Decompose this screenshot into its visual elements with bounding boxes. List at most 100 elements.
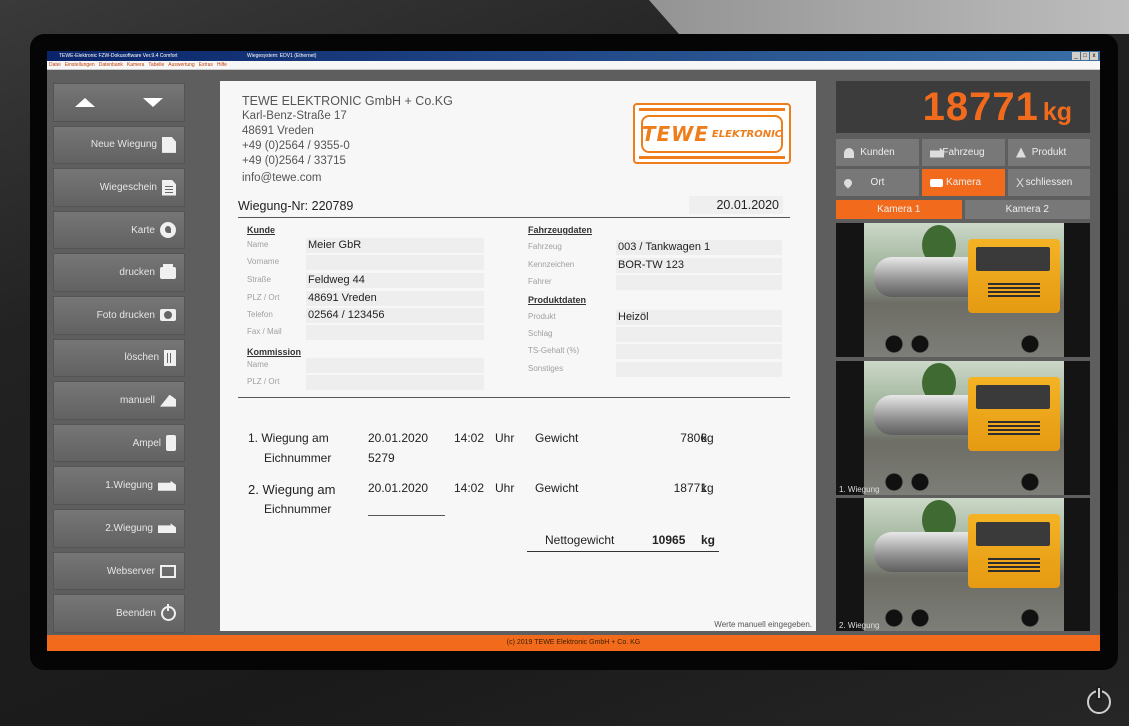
- menu-kamera[interactable]: Kamera: [127, 61, 145, 69]
- customer-firstname-field[interactable]: [306, 255, 484, 270]
- company-fax: +49 (0)2564 / 33715: [242, 155, 346, 167]
- close-window-button[interactable]: x: [1090, 52, 1098, 60]
- truck-photo: [864, 361, 1064, 495]
- truck-photo: [864, 498, 1064, 631]
- new-weighing-button[interactable]: Neue Wiegung: [53, 125, 185, 165]
- menu-auswertung[interactable]: Auswertung: [168, 61, 194, 69]
- net-weight-value: 10965: [652, 533, 686, 547]
- commission-city-field[interactable]: [306, 375, 484, 390]
- maximize-button[interactable]: □: [1081, 52, 1089, 60]
- print-photo-button[interactable]: Foto drucken: [53, 296, 185, 335]
- company-phone: +49 (0)2564 / 9355-0: [242, 140, 350, 152]
- vehicle-field[interactable]: 003 / Tankwagen 1: [616, 240, 782, 255]
- delete-button[interactable]: löschen: [53, 338, 185, 378]
- photo-cab: [968, 377, 1060, 451]
- sidebar-label: Neue Wiegung: [90, 139, 157, 151]
- close-button[interactable]: X schliessen: [1008, 169, 1090, 196]
- camera-live-view[interactable]: [836, 223, 1090, 357]
- first-weighing-weight-label: Gewicht: [535, 431, 579, 445]
- power-icon[interactable]: [1087, 688, 1111, 714]
- field-label: Straße: [247, 275, 272, 284]
- location-button[interactable]: Ort: [836, 169, 919, 196]
- button-label: Kunden: [860, 147, 895, 158]
- manual-button[interactable]: manuell: [53, 381, 185, 420]
- menu-tabelle[interactable]: Tabelle: [148, 61, 164, 69]
- net-weight-underline: [527, 551, 719, 552]
- truck-icon: [158, 523, 176, 534]
- webserver-button[interactable]: Webserver: [53, 551, 185, 591]
- document-icon: [162, 136, 176, 153]
- second-weighing-button[interactable]: 2.Wiegung: [53, 509, 185, 548]
- field-label: Sonstiges: [528, 364, 564, 373]
- monitor-icon: [160, 564, 176, 578]
- field-label: Name: [247, 240, 269, 249]
- truck-photo: [864, 223, 1064, 357]
- customer-phone-field[interactable]: 02564 / 123456: [306, 308, 484, 323]
- menu-datei[interactable]: Datei: [49, 61, 61, 69]
- tab-camera-2[interactable]: Kamera 2: [964, 200, 1090, 219]
- menu-extras[interactable]: Extras: [199, 61, 213, 69]
- logo-sub: ELEKTRONIC: [711, 128, 783, 140]
- first-weighing-date: 20.01.2020: [368, 431, 429, 445]
- sidebar-label: 1.Wiegung: [105, 480, 153, 492]
- arrow-up-icon[interactable]: [75, 97, 96, 107]
- button-label: Fahrzeug: [942, 147, 985, 158]
- arrow-down-icon[interactable]: [142, 97, 163, 107]
- divider: [238, 397, 790, 398]
- first-weighing-button[interactable]: 1.Wiegung: [53, 466, 185, 506]
- menu-datenbank[interactable]: Datenbank: [99, 61, 123, 69]
- company-city: 48691 Vreden: [242, 125, 314, 137]
- license-plate-field[interactable]: BOR-TW 123: [616, 258, 782, 273]
- product-field[interactable]: Heizöl: [616, 310, 782, 325]
- traffic-light-button[interactable]: Ampel: [53, 423, 185, 463]
- weigh-ticket-document: TEWE ELEKTRONIC GmbH + Co.KG Karl-Benz-S…: [220, 81, 816, 631]
- field-sonstiges[interactable]: [616, 362, 782, 377]
- right-panel: 18771 kg Kunden Fahrzeug Produkt Ort Kame…: [836, 81, 1090, 631]
- second-weighing-unit: kg: [701, 481, 714, 495]
- customer-name-field[interactable]: Meier GbR: [306, 238, 484, 253]
- camera-button[interactable]: Kamera: [922, 169, 1005, 196]
- driver-field[interactable]: [616, 275, 782, 290]
- second-weighing-weight: 18771: [673, 481, 707, 495]
- camera-caption: 1. Wiegung: [839, 485, 880, 494]
- field-label: PLZ / Ort: [247, 293, 280, 302]
- scroll-arrows: [53, 83, 185, 122]
- first-weighing-weight: 7806: [680, 431, 707, 445]
- customer-street-field[interactable]: Feldweg 44: [306, 273, 484, 288]
- customer-city-field[interactable]: 48691 Vreden: [306, 291, 484, 306]
- print-button[interactable]: drucken: [53, 253, 185, 293]
- button-label: Produkt: [1031, 147, 1067, 158]
- customers-button[interactable]: Kunden: [836, 139, 919, 166]
- field-label: Name: [247, 360, 269, 369]
- field-schlag[interactable]: [616, 327, 782, 342]
- map-button[interactable]: Karte: [53, 210, 185, 250]
- calibration-blank-line: [368, 515, 445, 516]
- button-label: Kamera: [945, 177, 981, 188]
- menu-hilfe[interactable]: Hilfe: [217, 61, 227, 69]
- truck-icon: [158, 480, 176, 491]
- person-icon: [844, 147, 854, 158]
- weight-display-value: 18771: [922, 85, 1039, 129]
- minimize-button[interactable]: _: [1072, 52, 1080, 60]
- commission-name-field[interactable]: [306, 358, 484, 373]
- close-icon: X: [1016, 175, 1025, 190]
- camera-first-weighing-snapshot[interactable]: 1. Wiegung: [836, 361, 1090, 495]
- menu-einstellungen[interactable]: Einstellungen: [65, 61, 95, 69]
- bezel-highlight: [649, 0, 1129, 34]
- product-button[interactable]: Produkt: [1008, 139, 1090, 166]
- vehicle-button[interactable]: Fahrzeug: [922, 139, 1005, 166]
- camera-second-weighing-snapshot[interactable]: 2. Wiegung: [836, 498, 1090, 631]
- tab-camera-1[interactable]: Kamera 1: [836, 200, 962, 219]
- weigh-ticket-button[interactable]: Wiegeschein: [53, 168, 185, 207]
- exit-button[interactable]: Beenden: [53, 594, 185, 633]
- sidebar-label: löschen: [124, 352, 159, 364]
- field-ts-gehalt[interactable]: [616, 344, 782, 359]
- sidebar-label: 2.Wiegung: [105, 522, 153, 534]
- second-weighing-label: 2. Wiegung am: [248, 482, 336, 497]
- power-icon: [161, 604, 176, 622]
- window-subtitle: Wiegesystem: EDV1 (Ethernet): [247, 53, 317, 59]
- app-window: TEWE-Elektronic FZW-Dokusoftware Ver.9.4…: [47, 51, 1100, 651]
- company-logo: TEWE ELEKTRONIC: [633, 103, 791, 164]
- customer-fax-field[interactable]: [306, 325, 484, 340]
- weighing-number-label: Wiegung-Nr:: [238, 199, 309, 213]
